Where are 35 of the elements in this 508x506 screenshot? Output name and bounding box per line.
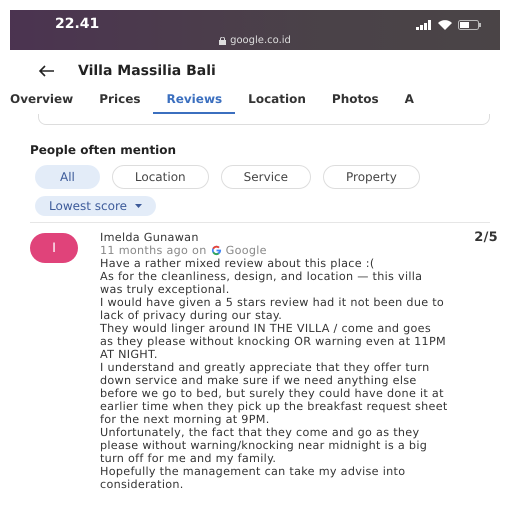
tab[interactable]: Photos <box>318 92 392 114</box>
review-time: 11 months ago on <box>100 244 207 257</box>
filter-chip[interactable]: Location <box>112 165 209 189</box>
wifi-icon <box>438 19 452 30</box>
caret-icon <box>135 204 142 208</box>
review-text: Unfortunately, the fact that they come and go as they please without warning/knocking near midnight is a big turn off for me and my family. <box>100 426 428 465</box>
url-text: google.co.id <box>230 35 291 46</box>
sort-dropdown[interactable]: Lowest score <box>35 196 156 216</box>
lock-icon <box>219 36 226 44</box>
tab[interactable]: Reviews <box>153 92 236 114</box>
review-text: They would linger around IN THE VILLA / come and goes as they please without knocking OR warning even at 11PM AT NIGHT. <box>100 322 447 361</box>
tab[interactable]: Overview <box>10 92 86 114</box>
search-field[interactable] <box>38 114 490 125</box>
review-text: Have a rather mixed review about this place :( <box>100 257 376 270</box>
tab[interactable]: Location <box>235 92 319 114</box>
battery-icon <box>458 20 482 30</box>
review-text: As for the cleanliness, design, and location — this villa was truly exceptional. <box>100 270 424 296</box>
avatar: I <box>30 233 78 263</box>
review-score: 2/5 <box>474 231 498 244</box>
review-text: I understand and greatly appreciate that they offer turn down service and make sure if we need anything else before we go to bed, but surely they could have done it at earlier time when they pick up the breakfast request sheet for the next morning at 9PM. <box>100 361 448 426</box>
tab[interactable]: Prices <box>86 92 154 114</box>
tab[interactable]: A <box>392 92 427 114</box>
place-title: Villa Massilia Bali <box>78 63 216 79</box>
filter-chip[interactable]: All <box>35 165 100 189</box>
review-text: I would have given a 5 stars review had it not been due to lack of privacy during our stay. <box>100 296 446 322</box>
clock-time: 22.41 <box>55 16 100 32</box>
signal-icon <box>416 20 432 30</box>
author-name: Imelda Gunawan <box>100 231 199 244</box>
google-g-icon <box>210 245 222 256</box>
back-arrow-icon[interactable] <box>38 65 54 77</box>
filter-chip[interactable]: Service <box>220 165 312 189</box>
section-heading: People often mention <box>30 143 178 157</box>
filter-chip[interactable]: Property <box>323 165 420 189</box>
review-text: Hopefully the management can take my advise into consideration. <box>100 465 406 491</box>
review-source: Google <box>226 244 267 257</box>
